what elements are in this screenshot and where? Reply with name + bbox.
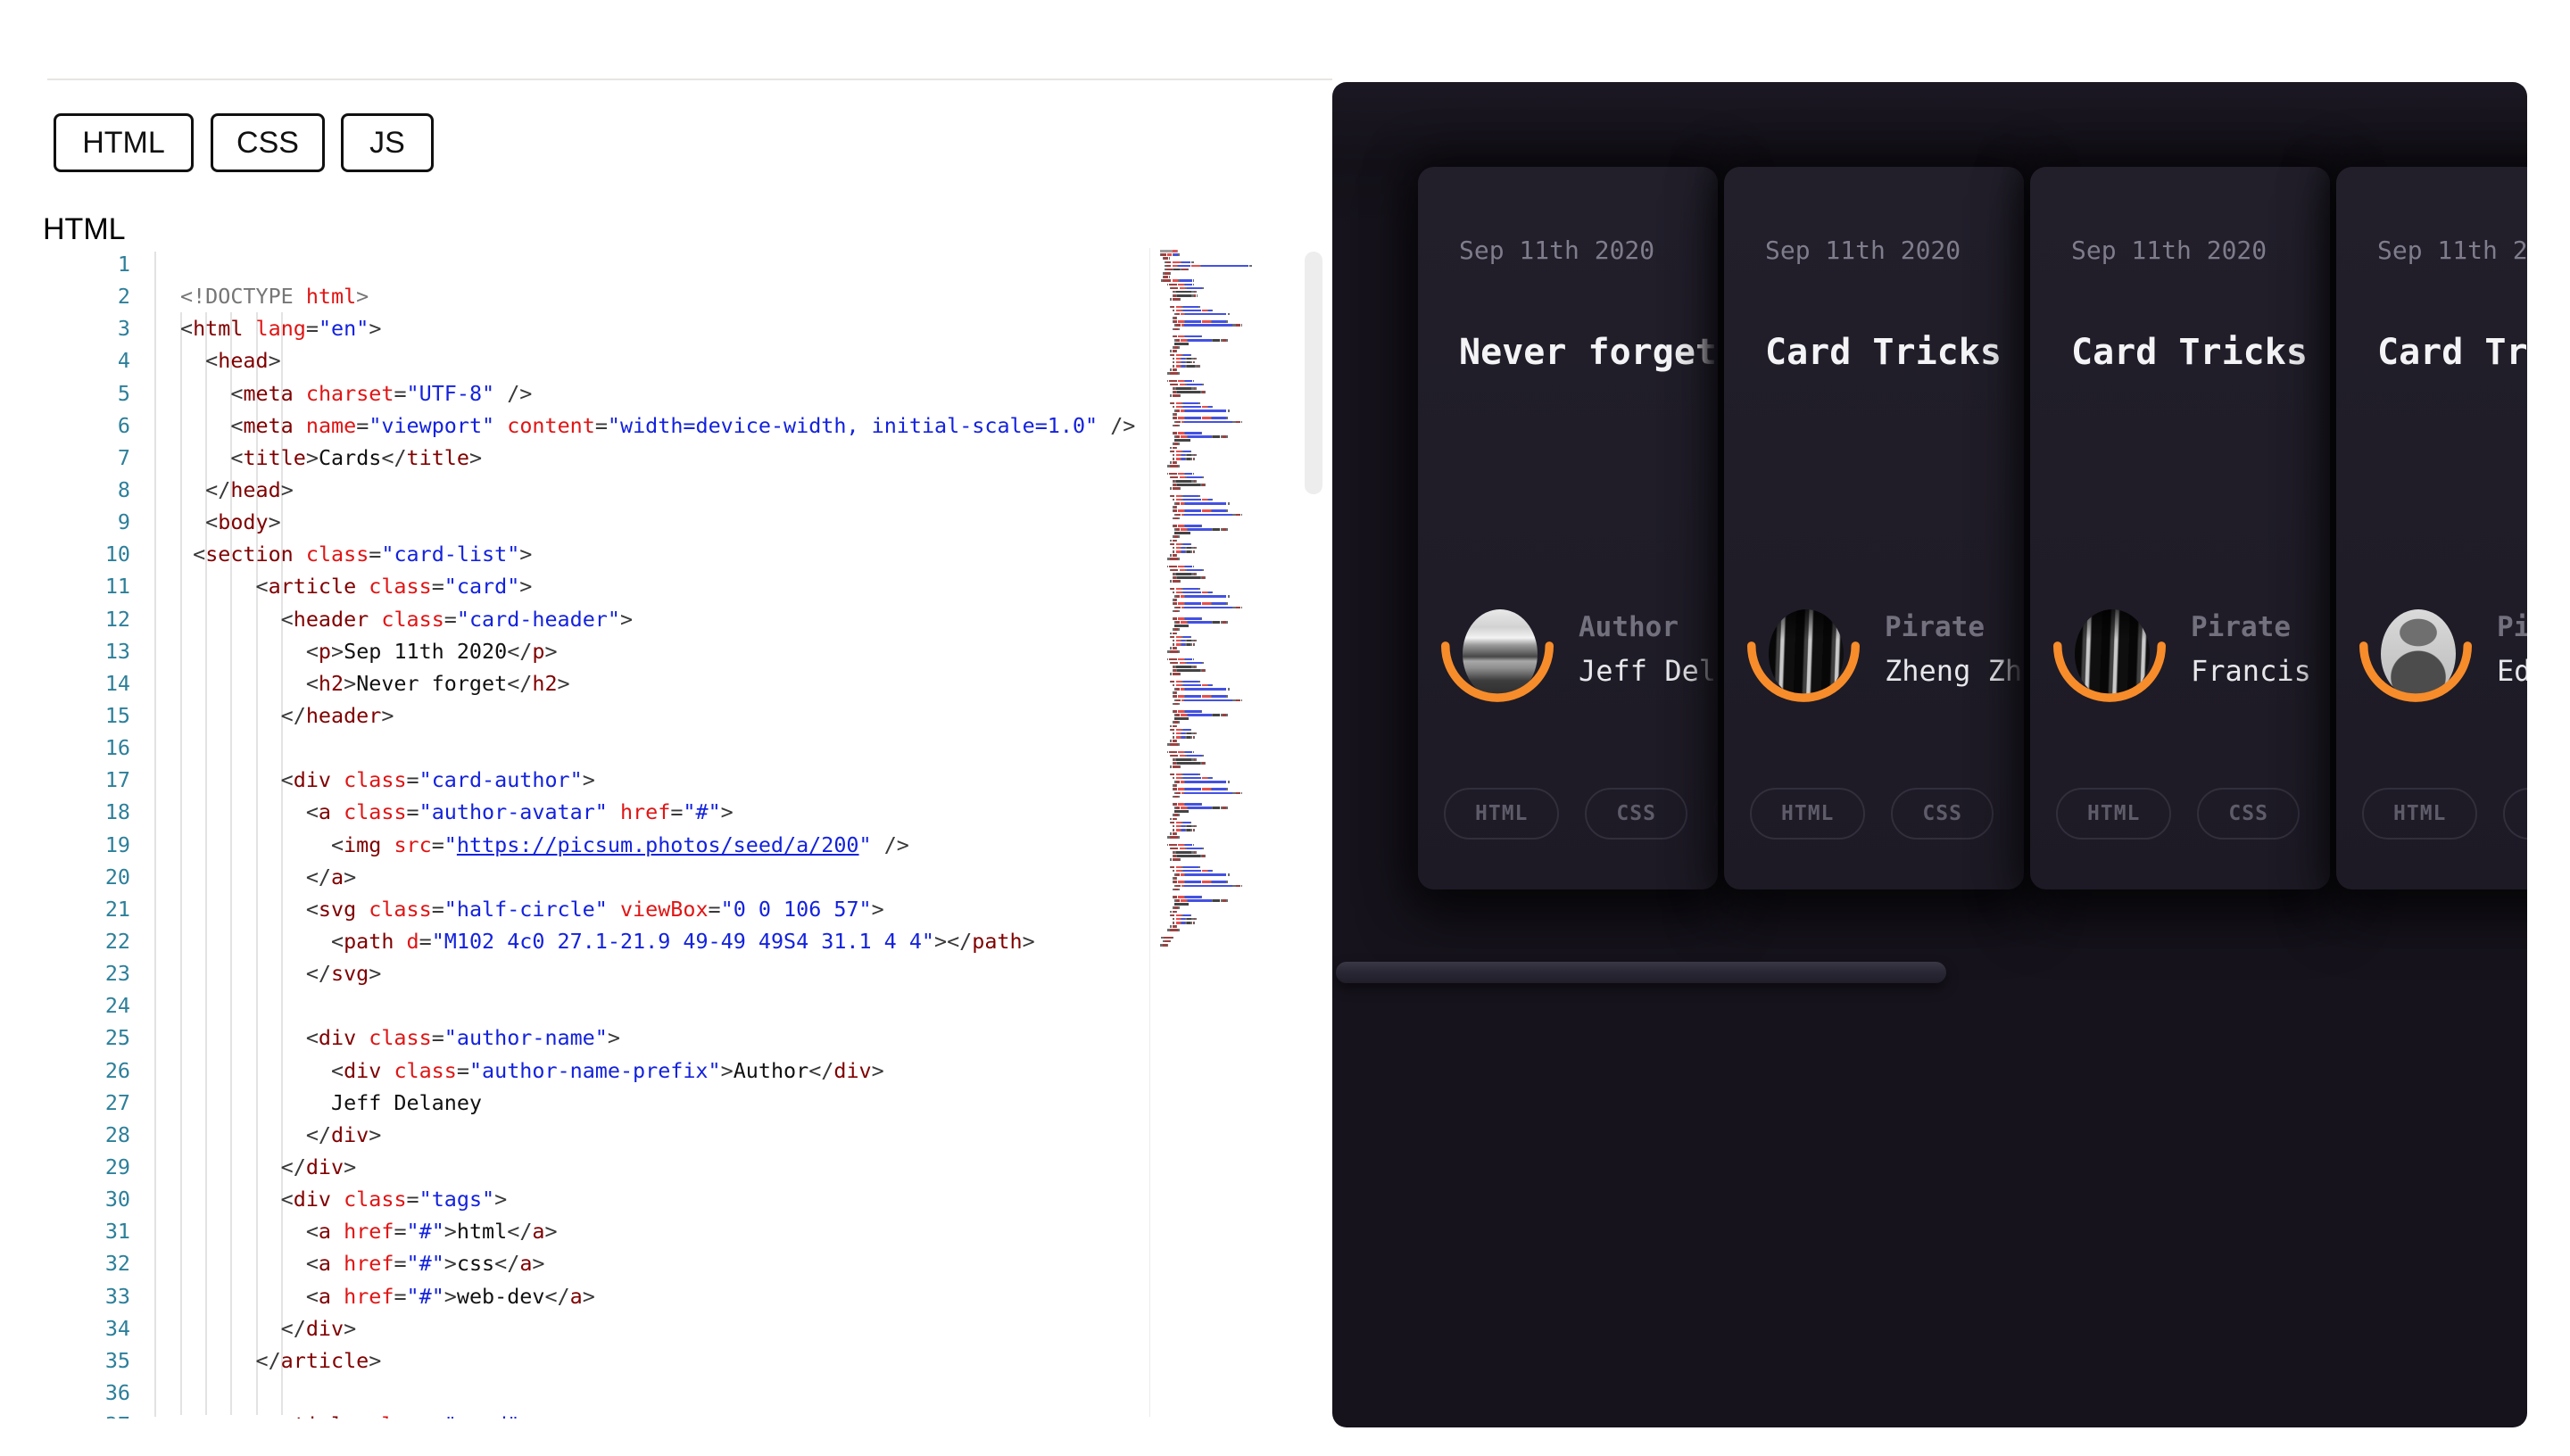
editor-minimap[interactable]	[1149, 245, 1328, 952]
code-line: 30 <div class="tags">	[0, 1183, 1149, 1215]
half-circle-arc-icon	[2359, 641, 2472, 702]
code-line: 6 <meta name="viewport" content="width=d…	[0, 410, 1149, 442]
code-line: 31 <a href="#">html</a>	[0, 1215, 1149, 1247]
code-line: 18 <a class="author-avatar" href="#">	[0, 796, 1149, 828]
code-editor[interactable]: 12<!DOCTYPE html>3<html lang="en">4 <hea…	[0, 248, 1149, 1419]
author-prefix: Pirate	[2191, 609, 2291, 645]
editor-panel-label: HTML	[43, 212, 126, 247]
tag-pill[interactable]: HTML	[1750, 788, 1865, 840]
code-line: 3<html lang="en">	[0, 312, 1149, 344]
code-line: 15 </header>	[0, 699, 1149, 732]
code-line: 25 <div class="author-name">	[0, 1022, 1149, 1054]
code-line: 37 <article class="card">	[0, 1409, 1149, 1419]
preview-card: Sep 11th 2020Card Tricks are funPirateEd…	[2336, 167, 2527, 889]
code-line: 34 </div>	[0, 1312, 1149, 1344]
code-line: 13 <p>Sep 11th 2020</p>	[0, 635, 1149, 667]
code-line: 5 <meta charset="UTF-8" />	[0, 377, 1149, 410]
author-prefix: Pirate	[1885, 609, 1985, 645]
code-line: 2<!DOCTYPE html>	[0, 280, 1149, 312]
code-line: 20 </a>	[0, 861, 1149, 893]
card-author: PirateZheng Zhilong	[1724, 167, 2024, 889]
tag-pill[interactable]: CSS	[1891, 788, 1994, 840]
card-author: Pirate Edward Teach	[2336, 167, 2527, 889]
code-line: 14 <h2>Never forget</h2>	[0, 667, 1149, 699]
code-line: 24	[0, 989, 1149, 1022]
tag-pill[interactable]: CSS	[2197, 788, 2300, 840]
card-tags: HTML CSS	[2056, 788, 2300, 840]
top-divider	[47, 79, 1332, 80]
code-line: 22 <path d="M102 4c0 27.1-21.9 49-49 49S…	[0, 925, 1149, 957]
author-prefix: Author	[1579, 609, 1679, 645]
code-line: 29 </div>	[0, 1151, 1149, 1183]
half-circle-arc-icon	[1747, 641, 1860, 702]
code-line: 28 </div>	[0, 1119, 1149, 1151]
code-line: 9 <body>	[0, 506, 1149, 538]
tag-pill[interactable]: CSS	[2503, 788, 2527, 840]
tag-pill[interactable]: HTML	[2056, 788, 2171, 840]
half-circle-arc-icon	[2053, 641, 2166, 702]
tab-html[interactable]: HTML	[54, 113, 194, 172]
card-tags: HTML CSS	[2362, 788, 2527, 840]
code-line: 12 <header class="card-header">	[0, 603, 1149, 635]
code-line: 4 <head>	[0, 344, 1149, 376]
card-edge-fade	[2305, 167, 2330, 889]
card-edge-fade	[1999, 167, 2024, 889]
code-line: 26 <div class="author-name-prefix">Autho…	[0, 1055, 1149, 1087]
tab-js[interactable]: JS	[341, 113, 434, 172]
code-line: 7 <title>Cards</title>	[0, 442, 1149, 474]
author-name: Edward Teach	[2497, 652, 2527, 690]
preview-panel: Sep 11th 2020Never forgetAuthorJeff Dela…	[1332, 82, 2527, 1427]
preview-card: Sep 11th 2020Never forgetAuthorJeff Dela…	[1418, 167, 1718, 889]
preview-card: Sep 11th 2020Card Tricks are funPirateFr…	[2030, 167, 2330, 889]
preview-horizontal-scrollbar[interactable]	[1336, 962, 1946, 983]
code-line: 33 <a href="#">web-dev</a>	[0, 1280, 1149, 1312]
author-prefix: Pirate	[2497, 609, 2527, 645]
tag-pill[interactable]: HTML	[2362, 788, 2477, 840]
code-line: 10 <section class="card-list">	[0, 538, 1149, 570]
half-circle-arc-icon	[1441, 641, 1554, 702]
code-line: 17 <div class="card-author">	[0, 764, 1149, 796]
card-tags: HTML CSS	[1750, 788, 1994, 840]
preview-card: Sep 11th 2020Card Tricks are funPirateZh…	[1724, 167, 2024, 889]
tab-css[interactable]: CSS	[211, 113, 325, 172]
card-tags: HTMLCSSWEB-DEV	[1444, 788, 1718, 840]
code-line: 16	[0, 732, 1149, 764]
code-line: 11 <article class="card">	[0, 570, 1149, 602]
card-author: AuthorJeff Delaney	[1418, 167, 1718, 889]
card-edge-fade	[1693, 167, 1718, 889]
code-line: 23 </svg>	[0, 957, 1149, 989]
editor-scrollbar-thumb[interactable]	[1305, 252, 1322, 494]
code-line: 27 Jeff Delaney	[0, 1087, 1149, 1119]
card-author: PirateFrancis Drake	[2030, 167, 2330, 889]
code-line: 35 </article>	[0, 1344, 1149, 1377]
code-line: 8 </head>	[0, 474, 1149, 506]
tag-pill[interactable]: CSS	[1585, 788, 1687, 840]
tag-pill[interactable]: HTML	[1444, 788, 1559, 840]
code-line: 36	[0, 1377, 1149, 1409]
code-line: 19 <img src="https://picsum.photos/seed/…	[0, 829, 1149, 861]
code-line: 21 <svg class="half-circle" viewBox="0 0…	[0, 893, 1149, 925]
code-line: 32 <a href="#">css</a>	[0, 1247, 1149, 1279]
code-line: 1	[0, 248, 1149, 280]
